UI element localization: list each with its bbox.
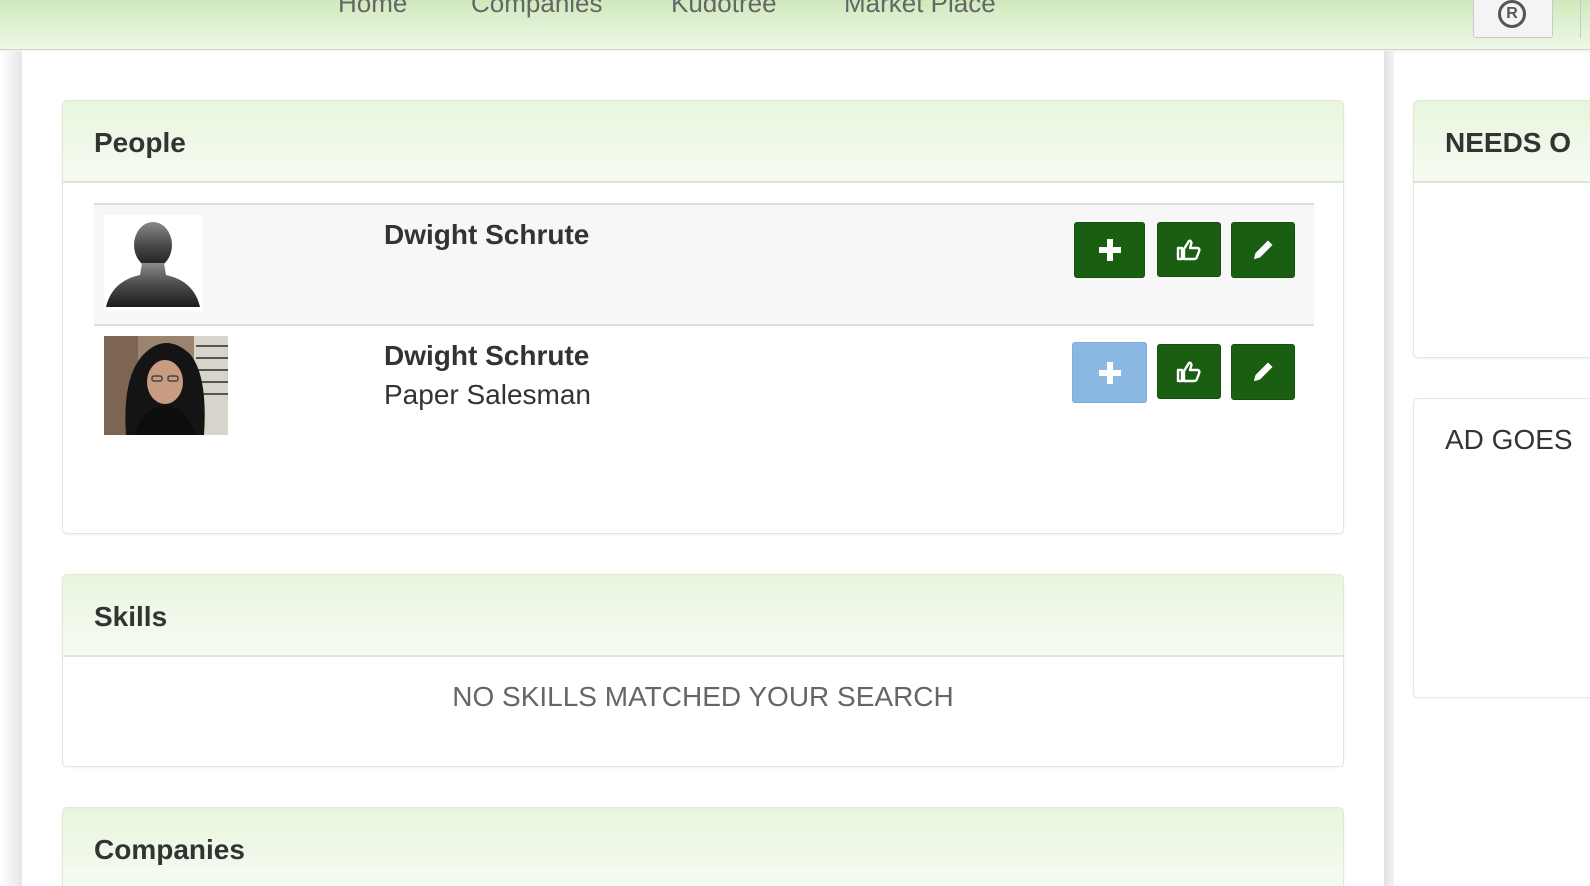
person-name[interactable]: Dwight Schrute <box>384 219 589 251</box>
avatar-default[interactable] <box>104 215 202 316</box>
right-gutter <box>1384 51 1394 886</box>
companies-panel: Companies <box>62 807 1344 886</box>
top-navbar: Home Companies Kudotree Market Place R <box>0 0 1590 50</box>
thumbs-up-icon <box>1176 361 1201 382</box>
user-menu-button[interactable]: R <box>1473 0 1553 38</box>
edit-button[interactable] <box>1231 344 1295 400</box>
pencil-icon <box>1254 362 1273 381</box>
thumbs-up-icon <box>1176 239 1201 260</box>
nav-link-market-place[interactable]: Market Place <box>844 0 996 19</box>
companies-panel-title: Companies <box>63 808 1343 886</box>
person-row: Dwight Schrute Paper Salesman <box>94 324 1314 444</box>
needs-panel: NEEDS O <box>1413 100 1590 358</box>
nav-divider <box>1580 0 1581 38</box>
kudos-button[interactable] <box>1157 344 1221 399</box>
plus-icon <box>1098 239 1121 261</box>
skills-empty-message: NO SKILLS MATCHED YOUR SEARCH <box>452 681 954 712</box>
avatar-photo[interactable] <box>104 336 228 440</box>
people-panel: People Dwight Schrute Dwight Schrute Pap… <box>62 100 1344 534</box>
plus-icon <box>1098 361 1121 384</box>
kudos-button[interactable] <box>1157 222 1221 277</box>
nav-link-companies[interactable]: Companies <box>471 0 603 19</box>
person-job-title: Paper Salesman <box>384 379 592 410</box>
ad-placeholder-text: AD GOES <box>1445 424 1573 455</box>
nav-link-kudotree[interactable]: Kudotree <box>671 0 777 19</box>
nav-link-home[interactable]: Home <box>338 0 407 19</box>
skills-panel-title: Skills <box>63 575 1343 657</box>
add-button[interactable] <box>1074 222 1145 278</box>
left-gutter <box>0 51 22 886</box>
add-button-disabled[interactable] <box>1072 342 1147 403</box>
registered-symbol: R <box>1506 5 1518 22</box>
edit-button[interactable] <box>1231 222 1295 278</box>
registered-icon: R <box>1498 0 1526 28</box>
needs-panel-title: NEEDS O <box>1414 101 1590 183</box>
people-panel-title: People <box>63 101 1343 183</box>
person-name[interactable]: Dwight Schrute <box>384 340 589 372</box>
pencil-icon <box>1254 240 1273 259</box>
ad-panel: AD GOES <box>1413 398 1590 698</box>
person-row: Dwight Schrute <box>94 203 1314 324</box>
skills-panel: Skills NO SKILLS MATCHED YOUR SEARCH <box>62 574 1344 767</box>
